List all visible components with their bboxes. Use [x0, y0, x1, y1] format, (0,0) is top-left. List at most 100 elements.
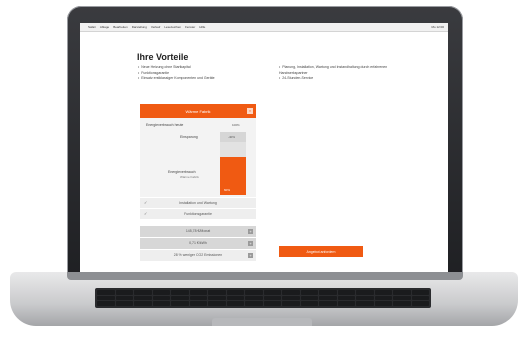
panel-header: Wärme Fabrik ×: [140, 104, 256, 118]
keyboard-key: [208, 301, 226, 306]
calculator-panel: Wärme Fabrik × Energieverbrauch heute 10…: [140, 104, 256, 261]
plus-icon[interactable]: +: [248, 241, 253, 246]
keyboard-key: [245, 295, 263, 301]
keyboard-key: [245, 301, 263, 306]
menu-item-lesezeichen[interactable]: Lesezeichen: [164, 25, 181, 29]
page-title: Ihre Vorteile: [137, 52, 189, 62]
laptop: Safari Ablage Bearbeiten Darstellung Ver…: [0, 0, 524, 347]
summary-label: 28 % weniger CO2 Emissionen: [173, 253, 223, 257]
keyboard-key: [319, 290, 337, 295]
menu-item-ablage[interactable]: Ablage: [100, 25, 109, 29]
keyboard-key: [300, 290, 318, 295]
page-content: Ihre Vorteile Neue Heizung ohne Startkap…: [80, 31, 448, 272]
check-row-garantie: ✓ Funktionsgarantie: [140, 208, 256, 219]
energy-today-label: Energieverbrauch heute: [146, 123, 184, 127]
keyboard-key: [319, 295, 337, 301]
keyboard-key: [263, 301, 281, 306]
keyboard-key: [152, 295, 170, 301]
keyboard-key: [171, 290, 189, 295]
keyboard-key: [134, 295, 152, 301]
keyboard-key: [282, 290, 300, 295]
keyboard-key: [356, 290, 374, 295]
keyboard-key: [393, 301, 411, 306]
trackpad: [212, 318, 312, 326]
menu-item-hilfe[interactable]: Hilfe: [199, 25, 205, 29]
keyboard-key: [97, 301, 115, 306]
keyboard-key: [337, 295, 355, 301]
keyboard-key: [300, 295, 318, 301]
plus-icon[interactable]: +: [248, 253, 253, 258]
menu-item-bearbeiten[interactable]: Bearbeiten: [113, 25, 128, 29]
keyboard-key: [374, 295, 392, 301]
keyboard-key: [374, 290, 392, 295]
keyboard-key: [152, 301, 170, 306]
keyboard-key: [393, 290, 411, 295]
check-label: Funktionsgarantie: [184, 212, 212, 216]
energy-future-label: Energieverbrauch: [168, 170, 196, 174]
keyboard-key: [97, 295, 115, 301]
plus-icon[interactable]: +: [248, 229, 253, 234]
benefits-list-left: Neue Heizung ohne Startkapital Funktions…: [138, 65, 263, 82]
summary-label: 0,71 €/kWh: [189, 241, 207, 245]
menu-item-safari[interactable]: Safari: [88, 25, 96, 29]
keyboard-key: [319, 301, 337, 306]
summary-row-monthly[interactable]: 145,78 €/Monat +: [140, 225, 256, 237]
keyboard-key: [411, 301, 429, 306]
keyboard-key: [411, 295, 429, 301]
menu-clock: Mo 12:00: [431, 25, 444, 29]
savings-value: -40%: [228, 135, 236, 139]
close-icon[interactable]: ×: [247, 108, 253, 114]
energy-future-value: 60%: [224, 188, 231, 192]
menu-item-darstellung[interactable]: Darstellung: [132, 25, 147, 29]
benefit-item: Einsatz erstklassiger Komponenten und Ge…: [138, 76, 263, 82]
energy-future-sublabel: Wärme Fabrik: [180, 175, 199, 179]
screen: Safari Ablage Bearbeiten Darstellung Ver…: [80, 23, 448, 272]
keyboard-key: [282, 301, 300, 306]
keyboard-key: [356, 301, 374, 306]
keyboard-key: [263, 290, 281, 295]
keyboard-key: [411, 290, 429, 295]
request-offer-button[interactable]: Angebot anfordern: [279, 246, 363, 257]
benefit-item: Planung, Installation, Wartung und Insta…: [279, 65, 409, 76]
keyboard-key: [226, 290, 244, 295]
check-label: Installation und Wartung: [179, 201, 217, 205]
keyboard-key: [115, 295, 133, 301]
keyboard-key: [282, 295, 300, 301]
keyboard-keys: [97, 290, 429, 306]
keyboard-key: [300, 301, 318, 306]
keyboard-key: [393, 295, 411, 301]
keyboard-key: [134, 301, 152, 306]
savings-label: Einsparung: [180, 135, 198, 139]
keyboard-key: [226, 301, 244, 306]
benefit-item: 24-Stunden-Service: [279, 76, 409, 82]
summary-row-co2[interactable]: 28 % weniger CO2 Emissionen +: [140, 249, 256, 261]
keyboard-key: [226, 295, 244, 301]
keyboard-key: [97, 290, 115, 295]
summary-label: 145,78 €/Monat: [185, 229, 211, 233]
keyboard-key: [171, 301, 189, 306]
keyboard-key: [115, 290, 133, 295]
keyboard-key: [337, 290, 355, 295]
keyboard-key: [115, 301, 133, 306]
keyboard-key: [189, 301, 207, 306]
check-row-installation: ✓ Installation und Wartung: [140, 197, 256, 208]
benefits-list-right: Planung, Installation, Wartung und Insta…: [279, 65, 409, 82]
menu-item-fenster[interactable]: Fenster: [185, 25, 195, 29]
keyboard-key: [245, 290, 263, 295]
keyboard-key: [263, 295, 281, 301]
keyboard-key: [134, 290, 152, 295]
keyboard-key: [189, 295, 207, 301]
keyboard-key: [337, 301, 355, 306]
energy-today-value: 100%: [232, 123, 240, 127]
menu-item-verlauf[interactable]: Verlauf: [151, 25, 160, 29]
keyboard-key: [189, 290, 207, 295]
keyboard-key: [374, 301, 392, 306]
keyboard-key: [152, 290, 170, 295]
keyboard-key: [356, 295, 374, 301]
keyboard-key: [208, 290, 226, 295]
laptop-hinge: [67, 272, 463, 280]
keyboard-key: [171, 295, 189, 301]
energy-comparison: Energieverbrauch heute 100% Einsparung -…: [140, 118, 256, 197]
summary-row-kwh[interactable]: 0,71 €/kWh +: [140, 237, 256, 249]
panel-title: Wärme Fabrik: [185, 108, 211, 114]
